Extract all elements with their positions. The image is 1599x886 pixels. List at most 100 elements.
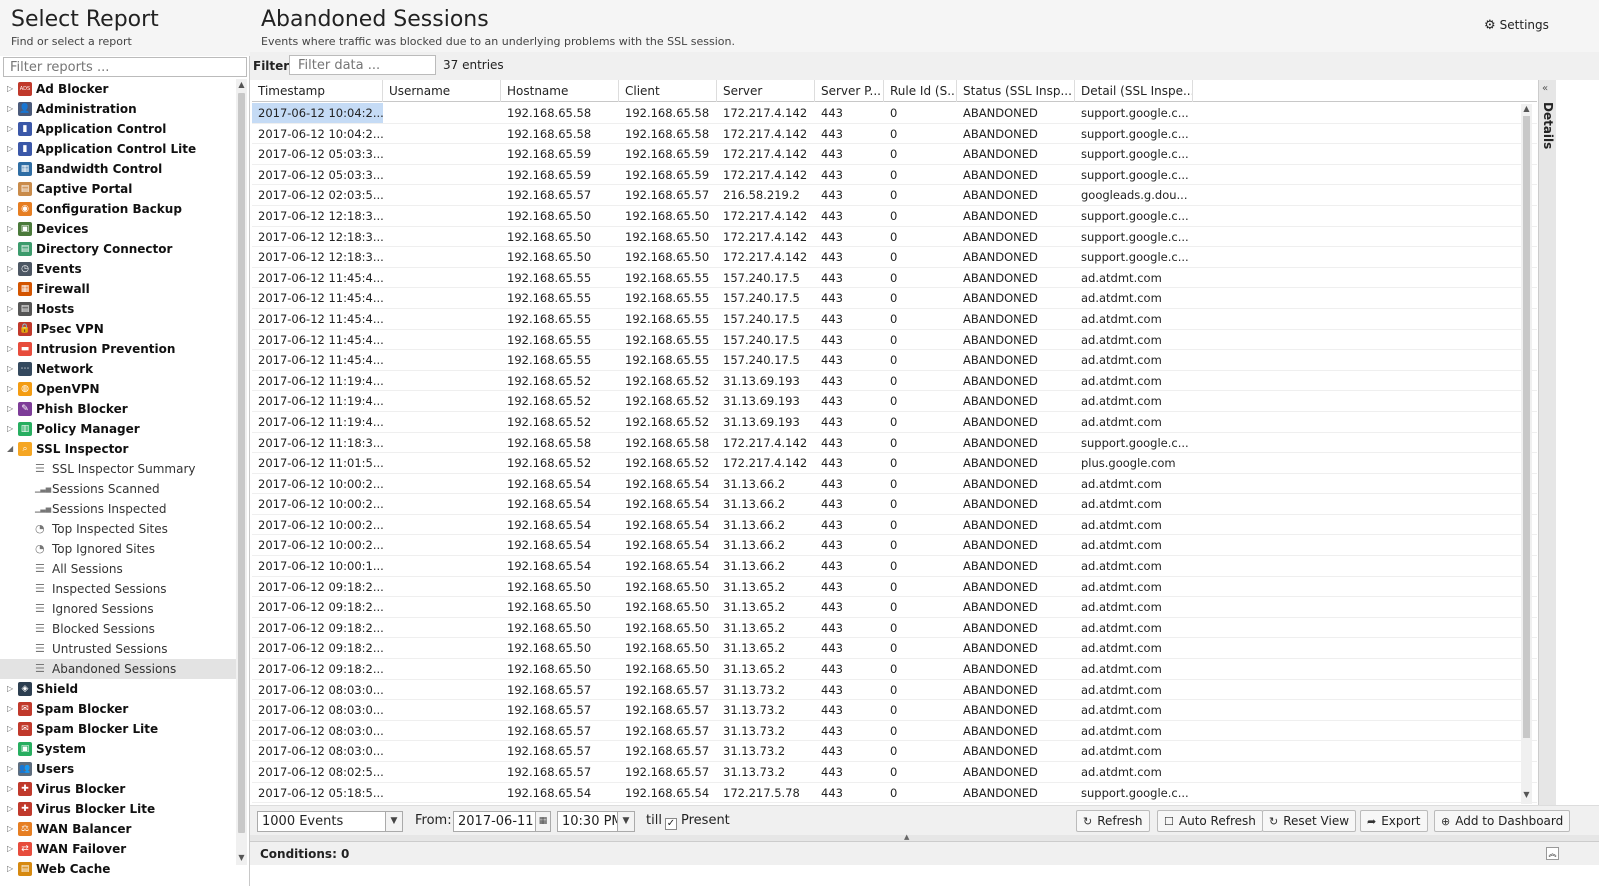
from-time-select[interactable]: 10:30 PM ▼ — [557, 811, 635, 832]
triangle-right-icon[interactable]: ▷ — [7, 859, 13, 879]
tree-node[interactable]: ▷ ▥ Policy Manager — [0, 419, 236, 439]
triangle-right-icon[interactable]: ▷ — [7, 159, 13, 179]
table-row[interactable]: 2017-06-12 09:18:2... 192.168.65.50 192.16… — [252, 638, 1537, 660]
table-row[interactable]: 2017-06-12 10:04:2... 192.168.65.58 192.16… — [252, 103, 1537, 124]
table-row[interactable]: 2017-06-12 12:18:3... 192.168.65.50 192.16… — [252, 227, 1537, 248]
expand-icon[interactable]: « — [1542, 83, 1548, 94]
table-row[interactable]: 2017-06-12 05:03:3... 192.168.65.59 192.16… — [252, 144, 1537, 165]
triangle-right-icon[interactable]: ▷ — [7, 679, 13, 699]
tree-node[interactable]: ▷ ◍ OpenVPN — [0, 379, 236, 399]
tree-leaf[interactable]: ☰ Blocked Sessions — [0, 619, 236, 639]
triangle-right-icon[interactable]: ▷ — [7, 99, 13, 119]
tree-node[interactable]: ▷ ▣ System — [0, 739, 236, 759]
table-row[interactable]: 2017-06-12 05:03:3... 192.168.65.59 192.16… — [252, 165, 1537, 186]
tree-node[interactable]: ▷ ▤ Captive Portal — [0, 179, 236, 199]
table-row[interactable]: 2017-06-12 08:03:0... 192.168.65.57 192.16… — [252, 680, 1537, 701]
table-row[interactable]: 2017-06-12 10:00:2... 192.168.65.54 192.16… — [252, 474, 1537, 495]
tree-node[interactable]: ▷ ▬ Intrusion Prevention — [0, 339, 236, 359]
tree-leaf[interactable]: ▁▃▅ Sessions Scanned — [0, 479, 236, 499]
tree-node[interactable]: ▷ ▤ Directory Connector — [0, 239, 236, 259]
table-row[interactable]: 2017-06-12 09:18:2... 192.168.65.50 192.16… — [252, 597, 1537, 618]
triangle-right-icon[interactable]: ▷ — [7, 399, 13, 419]
table-row[interactable]: 2017-06-12 08:03:0... 192.168.65.57 192.16… — [252, 721, 1537, 742]
triangle-right-icon[interactable]: ▷ — [7, 719, 13, 739]
column-header[interactable]: Timestamp — [252, 80, 383, 102]
table-row[interactable]: 2017-06-12 08:03:0... 192.168.65.57 192.16… — [252, 741, 1537, 762]
expand-conditions-icon[interactable]: ︽ — [1546, 847, 1559, 860]
tree-node[interactable]: ▷ ▮ Application Control Lite — [0, 139, 236, 159]
triangle-right-icon[interactable]: ▷ — [7, 359, 13, 379]
tree-node[interactable]: ▷ ▤ Hosts — [0, 299, 236, 319]
tree-leaf[interactable]: ☰ SSL Inspector Summary — [0, 459, 236, 479]
chevron-down-icon[interactable]: ▼ — [385, 812, 402, 831]
triangle-right-icon[interactable]: ▷ — [7, 419, 13, 439]
tree-node[interactable]: ▷ ✉ Spam Blocker — [0, 699, 236, 719]
column-header[interactable]: Status (SSL Insp... — [957, 80, 1075, 102]
grid-scrollbar[interactable]: ▲ ▼ — [1521, 104, 1532, 804]
tree-node[interactable]: ▷ ▣ Devices — [0, 219, 236, 239]
settings-button[interactable]: ⚙ Settings — [1484, 18, 1549, 33]
column-header[interactable]: Username — [383, 80, 501, 102]
table-row[interactable]: 2017-06-12 11:45:4... 192.168.65.55 192.16… — [252, 330, 1537, 351]
triangle-right-icon[interactable]: ▷ — [7, 279, 13, 299]
checkbox-checked-icon[interactable]: ✓ — [665, 818, 677, 830]
tree-node[interactable]: ▷ ✉ Spam Blocker Lite — [0, 719, 236, 739]
auto-refresh-button[interactable]: ☐ Auto Refresh — [1157, 810, 1263, 832]
tree-node[interactable]: ▷ ◷ Events — [0, 259, 236, 279]
triangle-right-icon[interactable]: ▷ — [7, 839, 13, 859]
table-row[interactable]: 2017-06-12 12:18:3... 192.168.65.50 192.16… — [252, 206, 1537, 227]
reset-view-button[interactable]: ↻ Reset View — [1262, 810, 1357, 832]
triangle-right-icon[interactable]: ▷ — [7, 379, 13, 399]
tree-node[interactable]: ▷ ✎ Phish Blocker — [0, 399, 236, 419]
scroll-down-icon[interactable]: ▼ — [236, 853, 247, 862]
details-panel-collapsed[interactable]: « Details — [1538, 80, 1556, 805]
tree-leaf[interactable]: ▁▃▅ Sessions Inspected — [0, 499, 236, 519]
tree-node[interactable]: ▷ ▦ Firewall — [0, 279, 236, 299]
column-header[interactable]: Server — [717, 80, 815, 102]
table-row[interactable]: 2017-06-12 12:18:3... 192.168.65.50 192.16… — [252, 247, 1537, 268]
table-row[interactable]: 2017-06-12 11:19:4... 192.168.65.52 192.16… — [252, 412, 1537, 433]
tree-node[interactable]: ▷ ADS Ad Blocker — [0, 79, 236, 99]
table-row[interactable]: 2017-06-12 11:19:4... 192.168.65.52 192.16… — [252, 391, 1537, 412]
triangle-right-icon[interactable]: ▷ — [7, 739, 13, 759]
scrollbar-thumb[interactable] — [1523, 116, 1530, 738]
tree-leaf[interactable]: ☰ Abandoned Sessions — [0, 659, 236, 679]
present-checkbox[interactable]: ✓ Present — [665, 813, 730, 830]
triangle-right-icon[interactable]: ▷ — [7, 199, 13, 219]
tree-node[interactable]: ▷ ⋯ Network — [0, 359, 236, 379]
table-row[interactable]: 2017-06-12 10:04:2... 192.168.65.58 192.16… — [252, 124, 1537, 145]
scrollbar-thumb[interactable] — [238, 93, 245, 833]
tree-node[interactable]: ▷ ✚ Virus Blocker — [0, 779, 236, 799]
tree-leaf[interactable]: ☰ Inspected Sessions — [0, 579, 236, 599]
table-row[interactable]: 2017-06-12 02:03:5... 192.168.65.57 192.16… — [252, 185, 1537, 206]
events-limit-select[interactable]: 1000 Events ▼ — [257, 811, 403, 832]
column-header[interactable]: Detail (SSL Inspe... — [1075, 80, 1193, 102]
triangle-right-icon[interactable]: ▷ — [7, 259, 13, 279]
tree-leaf[interactable]: ☰ All Sessions — [0, 559, 236, 579]
refresh-button[interactable]: ↻ Refresh — [1076, 810, 1150, 832]
column-header[interactable]: Rule Id (S... — [884, 80, 957, 102]
triangle-right-icon[interactable]: ▷ — [7, 139, 13, 159]
triangle-right-icon[interactable]: ▷ — [7, 119, 13, 139]
triangle-right-icon[interactable]: ▷ — [7, 179, 13, 199]
from-date-field[interactable]: 2017-06-11 ▦ — [453, 811, 551, 832]
table-row[interactable]: 2017-06-12 08:02:5... 192.168.65.57 192.16… — [252, 762, 1537, 783]
triangle-right-icon[interactable]: ▷ — [7, 699, 13, 719]
table-row[interactable]: 2017-06-12 11:01:5... 192.168.65.52 192.16… — [252, 453, 1537, 474]
table-row[interactable]: 2017-06-12 09:18:2... 192.168.65.50 192.16… — [252, 577, 1537, 598]
tree-node[interactable]: ◢ ⌕ SSL Inspector — [0, 439, 236, 459]
scroll-up-icon[interactable]: ▲ — [236, 80, 247, 89]
tree-leaf[interactable]: ◔ Top Inspected Sites — [0, 519, 236, 539]
tree-node[interactable]: ▷ 🔒 IPsec VPN — [0, 319, 236, 339]
tree-node[interactable]: ▷ ◈ Shield — [0, 679, 236, 699]
table-row[interactable]: 2017-06-12 08:03:0... 192.168.65.57 192.16… — [252, 700, 1537, 721]
triangle-right-icon[interactable]: ▷ — [7, 819, 13, 839]
triangle-right-icon[interactable]: ▷ — [7, 759, 13, 779]
tree-node[interactable]: ▷ ⚖ WAN Balancer — [0, 819, 236, 839]
tree-leaf[interactable]: ◔ Top Ignored Sites — [0, 539, 236, 559]
export-button[interactable]: ➦ Export — [1360, 810, 1428, 832]
filter-data-input[interactable] — [289, 55, 436, 75]
table-row[interactable]: 2017-06-12 09:18:2... 192.168.65.50 192.16… — [252, 618, 1537, 639]
table-row[interactable]: 2017-06-12 11:45:4... 192.168.65.55 192.16… — [252, 268, 1537, 289]
triangle-right-icon[interactable]: ▷ — [7, 779, 13, 799]
